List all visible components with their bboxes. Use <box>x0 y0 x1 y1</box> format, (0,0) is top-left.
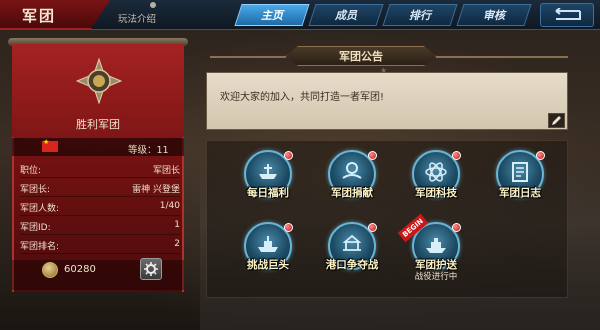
feature-daily-welfare[interactable]: 每日福利 <box>234 150 302 210</box>
notice-header: 军团公告 <box>286 46 436 66</box>
info-row-position: 职位: 军团长 <box>20 160 180 178</box>
star-decoration: ★ <box>380 66 388 75</box>
top-bar: 军团 玩法介绍 主页 成员 排行 审核 <box>0 0 600 30</box>
tab-review[interactable]: 审核 <box>456 4 532 26</box>
notification-badge <box>368 151 377 160</box>
feature-log[interactable]: 军团日志 <box>486 150 554 210</box>
pencil-icon <box>552 116 561 125</box>
log-book-icon <box>512 162 528 182</box>
tab-home[interactable]: 主页 <box>234 4 310 26</box>
coin-icon <box>42 262 58 278</box>
notification-badge <box>452 151 461 160</box>
notification-badge <box>536 151 545 160</box>
feature-status: 战役进行中 <box>414 272 458 282</box>
info-row-rank: 军团排名: 2 <box>20 236 180 254</box>
notification-badge <box>284 223 293 232</box>
tab-members[interactable]: 成员 <box>308 4 384 26</box>
help-link[interactable]: 玩法介绍 <box>118 11 156 25</box>
notice-divider-left <box>210 56 286 58</box>
atom-icon <box>425 162 447 182</box>
feature-port-battle[interactable]: 港口争夺战 <box>318 222 386 282</box>
back-arrow-icon <box>555 8 581 20</box>
notification-badge <box>368 223 377 232</box>
help-icon[interactable] <box>150 2 156 8</box>
info-row-members: 军团人数: 1/40 <box>20 198 180 216</box>
settings-button[interactable] <box>140 258 162 280</box>
back-button[interactable] <box>540 3 594 27</box>
legion-emblem-icon <box>76 58 122 104</box>
legion-name: 胜利军团 <box>76 118 120 131</box>
info-row-leader: 军团长: 雷神 兴登堡 <box>20 179 180 197</box>
notice-text: 欢迎大家的加入，共同打造一者军团! <box>220 92 385 103</box>
coin-value: 60280 <box>64 264 96 275</box>
legion-level: 等级：11 <box>128 145 169 156</box>
notification-badge <box>452 223 461 232</box>
info-row-id: 军团ID: 1 <box>20 217 180 235</box>
escort-ship-icon <box>426 238 446 253</box>
gear-icon <box>144 262 158 276</box>
tab-ranking[interactable]: 排行 <box>382 4 458 26</box>
port-icon <box>342 234 362 251</box>
donate-hand-icon <box>342 162 362 179</box>
feature-technology[interactable]: 军团科技 <box>402 150 470 210</box>
page-title: 军团 <box>22 7 57 25</box>
anchor-ship-icon <box>259 164 277 179</box>
notice-divider-right <box>436 56 568 58</box>
feature-challenge-boss[interactable]: 挑战巨头 <box>234 222 302 282</box>
notification-badge <box>284 151 293 160</box>
warship-icon <box>258 236 278 252</box>
edit-notice-button[interactable] <box>548 113 565 128</box>
feature-donation[interactable]: 军团捐献 <box>318 150 386 210</box>
china-flag-icon <box>42 138 58 152</box>
